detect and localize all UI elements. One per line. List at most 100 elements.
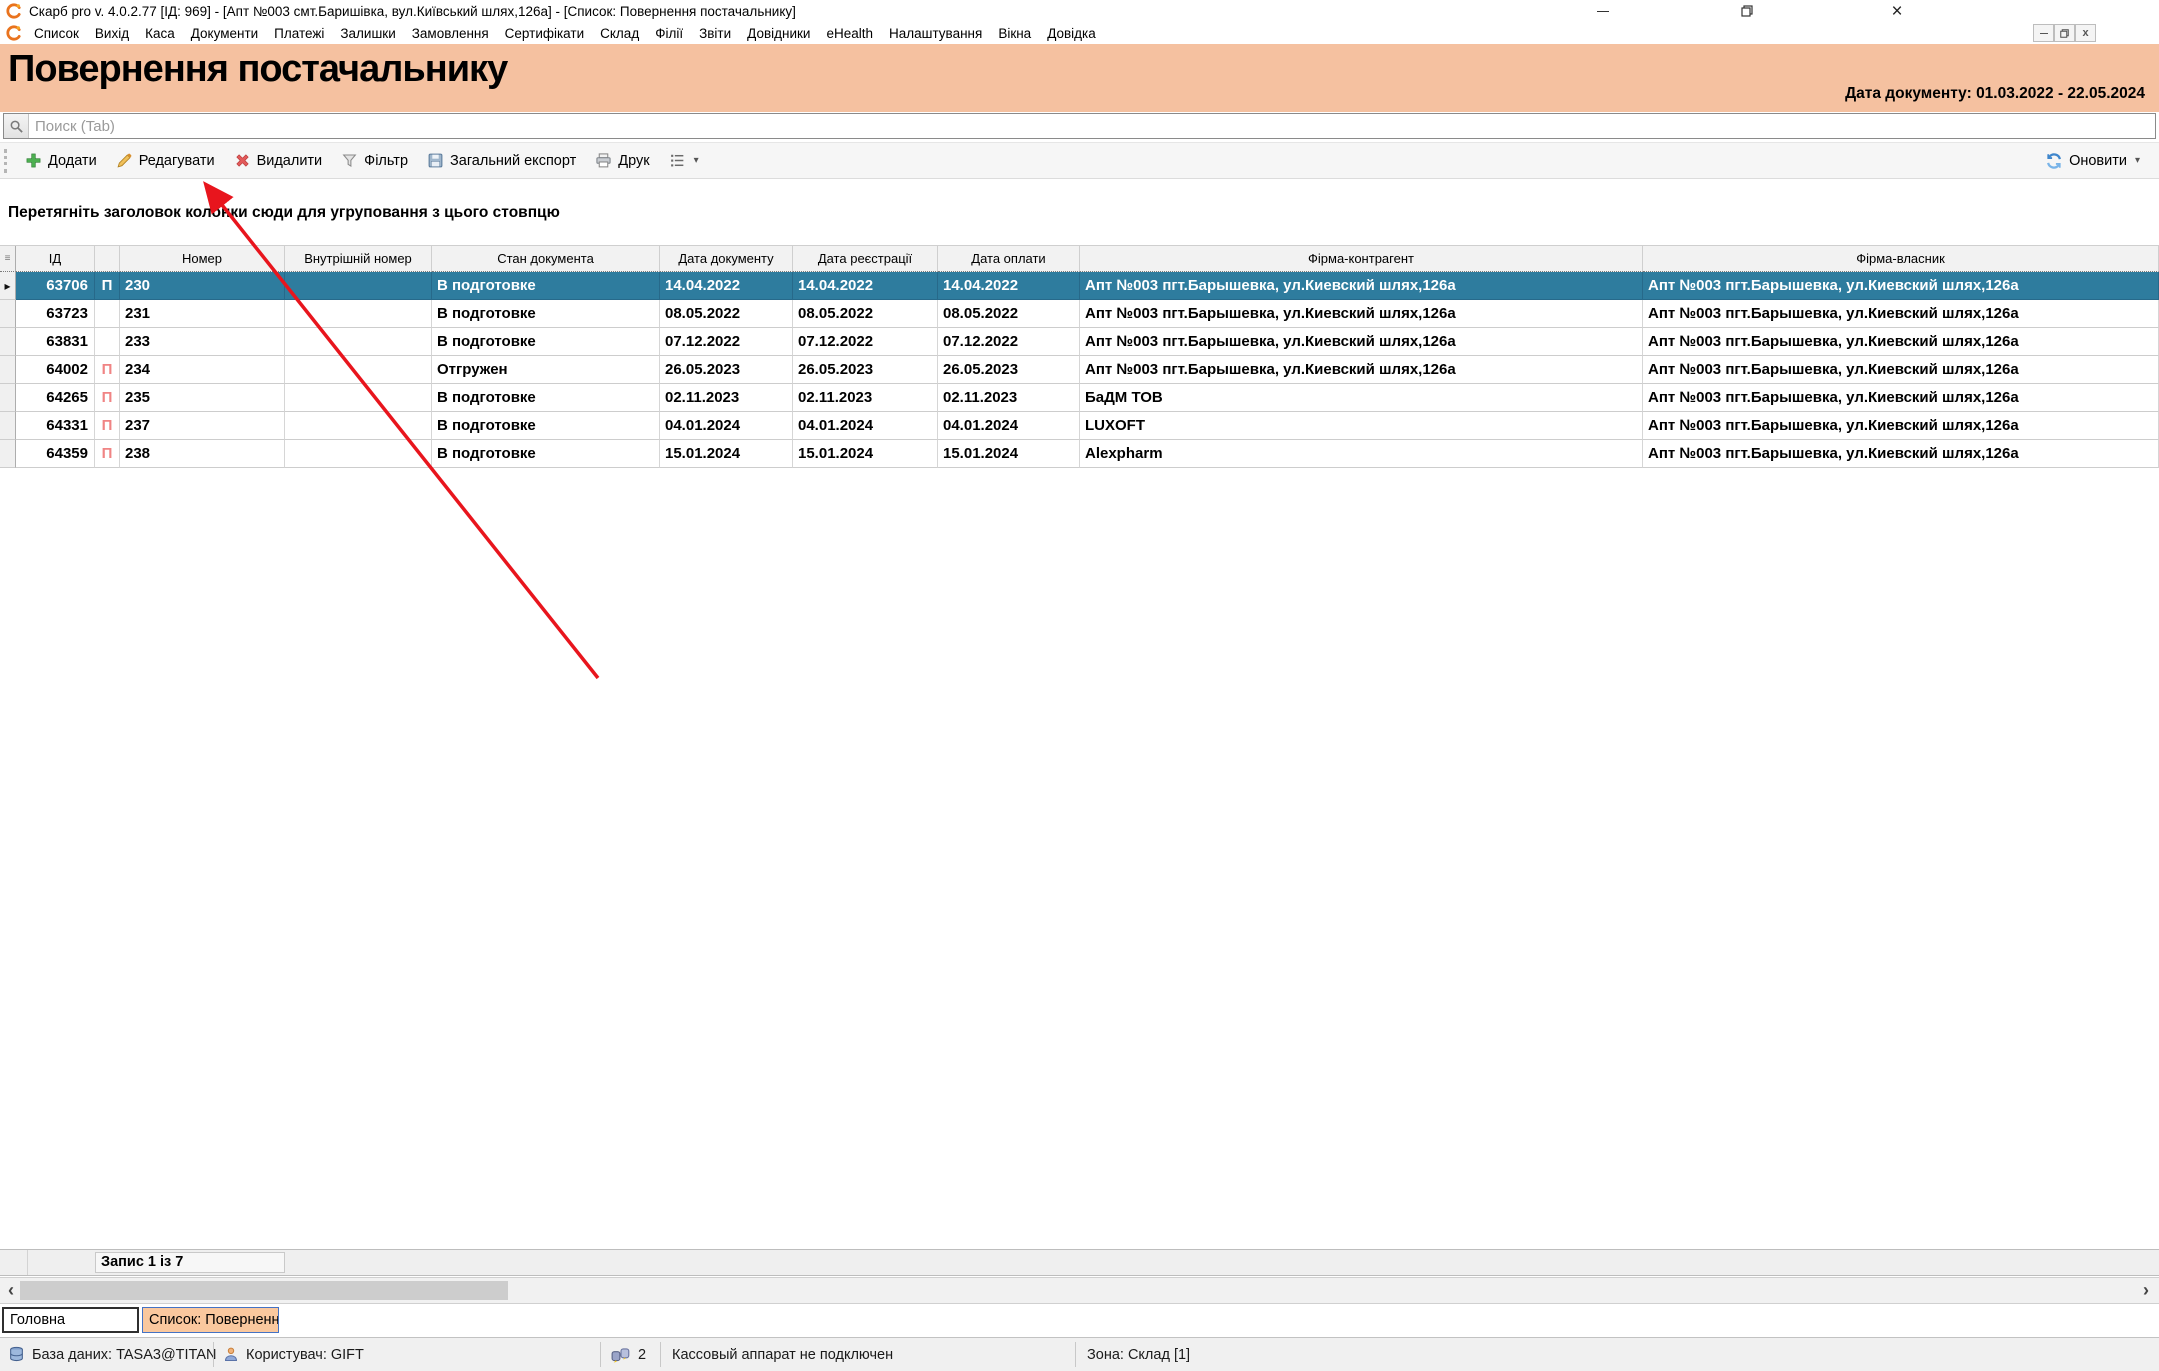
cell-contractor: LUXOFT — [1080, 412, 1643, 440]
menu-item-10[interactable]: Філії — [647, 24, 691, 43]
menu-item-6[interactable]: Залишки — [332, 24, 403, 43]
list-lines-icon — [670, 154, 683, 167]
cell-p-flag: П — [95, 384, 120, 412]
group-by-hint: Перетягніть заголовок колонки сюди для у… — [8, 204, 560, 221]
tab-return-list[interactable]: Список: Повернення ... — [142, 1307, 279, 1333]
row-indicator — [0, 356, 16, 384]
cell-pay-date: 07.12.2022 — [938, 328, 1080, 356]
table-row-3[interactable]: 63831 233 В подготовке 07.12.2022 07.12.2022… — [0, 328, 2159, 356]
menu-bar: Список Вихід Каса Документи Платежі Залишки За… — [0, 22, 2159, 45]
refresh-icon — [2047, 152, 2062, 169]
cell-id: 64331 — [16, 412, 95, 440]
menu-item-5[interactable]: Платежі — [266, 24, 332, 43]
printer-icon — [596, 153, 611, 168]
close-button[interactable]: × — [1879, 0, 1915, 22]
search-input[interactable] — [29, 114, 2155, 138]
column-header-number[interactable]: Номер — [120, 246, 285, 272]
cell-status: В подготовке — [432, 300, 660, 328]
column-header-owner[interactable]: Фірма-власник — [1643, 246, 2159, 272]
mdi-restore-button[interactable] — [2054, 24, 2075, 42]
search-button[interactable] — [4, 114, 29, 138]
statusbar-connections: 2 — [611, 1338, 646, 1371]
column-header-doc_date[interactable]: Дата документу — [660, 246, 793, 272]
delete-button[interactable]: Видалити — [227, 148, 330, 173]
column-header-id[interactable]: ІД — [16, 246, 95, 272]
cell-number: 230 — [120, 272, 285, 300]
row-indicator — [0, 384, 16, 412]
table-row-1[interactable]: ▸ 63706 П 230 В подготовке 14.04.2022 14.04.20… — [0, 272, 2159, 300]
document-date-range: Дата документу: 01.03.2022 - 22.05.2024 — [1845, 85, 2145, 102]
column-header-contractor[interactable]: Фірма-контрагент — [1080, 246, 1643, 272]
menu-item-12[interactable]: Довідники — [739, 24, 818, 43]
restore-icon — [2060, 28, 2069, 38]
toolbar: Додати Редагувати Видалити Фільтр Загаль… — [0, 142, 2159, 179]
menu-item-9[interactable]: Склад — [592, 24, 647, 43]
cell-internal-number — [285, 412, 432, 440]
funnel-icon — [342, 154, 357, 167]
row-indicator — [0, 412, 16, 440]
table-row-5[interactable]: 64265 П 235 В подготовке 02.11.2023 02.11.202… — [0, 384, 2159, 412]
menu-item-8[interactable]: Сертифікати — [497, 24, 592, 43]
print-button[interactable]: Друк — [588, 148, 656, 173]
cell-doc-date: 08.05.2022 — [660, 300, 793, 328]
add-button[interactable]: Додати — [18, 148, 104, 173]
title-bar: Скарб pro v. 4.0.2.77 [ІД: 969] - [Апт №… — [0, 0, 2159, 22]
menu-item-4[interactable]: Документи — [183, 24, 266, 43]
column-header-status[interactable]: Стан документа — [432, 246, 660, 272]
refresh-button[interactable]: Оновити ▾ — [2038, 148, 2147, 174]
menu-item-15[interactable]: Вікна — [990, 24, 1039, 43]
menu-item-16[interactable]: Довідка — [1039, 24, 1104, 43]
cell-owner: Апт №003 пгт.Барышевка, ул.Киевский шлях… — [1643, 272, 2159, 300]
column-header-internal[interactable]: Внутрішній номер — [285, 246, 432, 272]
cell-contractor: Апт №003 пгт.Барышевка, ул.Киевский шлях… — [1080, 356, 1643, 384]
cell-p-flag — [95, 300, 120, 328]
cell-status: В подготовке — [432, 384, 660, 412]
cell-id: 64359 — [16, 440, 95, 468]
export-button-label: Загальний експорт — [450, 152, 577, 169]
table-row-4[interactable]: 64002 П 234 Отгружен 26.05.2023 26.05.2023 26.… — [0, 356, 2159, 384]
table-row-6[interactable]: 64331 П 237 В подготовке 04.01.2024 04.01.202… — [0, 412, 2159, 440]
cell-status: В подготовке — [432, 328, 660, 356]
cell-reg-date: 15.01.2024 — [793, 440, 938, 468]
table-row-2[interactable]: 63723 231 В подготовке 08.05.2022 08.05.2022… — [0, 300, 2159, 328]
scroll-right-arrow[interactable]: › — [2138, 1278, 2154, 1303]
cell-pay-date: 15.01.2024 — [938, 440, 1080, 468]
menu-item-1[interactable]: Список — [26, 24, 87, 43]
filter-button[interactable]: Фільтр — [334, 148, 415, 173]
cell-pay-date: 04.01.2024 — [938, 412, 1080, 440]
column-header-reg_date[interactable]: Дата реєстрації — [793, 246, 938, 272]
add-button-label: Додати — [48, 152, 97, 169]
column-header-p-flag[interactable] — [95, 246, 120, 272]
column-header-pay_date[interactable]: Дата оплати — [938, 246, 1080, 272]
statusbar-zone: Зона: Склад [1] — [1087, 1346, 1191, 1363]
cell-number: 237 — [120, 412, 285, 440]
table-row-7[interactable]: 64359 П 238 В подготовке 15.01.2024 15.01.202… — [0, 440, 2159, 468]
cell-p-flag: П — [95, 356, 120, 384]
mdi-minimize-button[interactable] — [2033, 24, 2054, 42]
menu-item-11[interactable]: Звіти — [691, 24, 739, 43]
edit-button[interactable]: Редагувати — [109, 148, 222, 173]
cell-number: 233 — [120, 328, 285, 356]
restore-button[interactable] — [1729, 0, 1765, 22]
cell-status: В подготовке — [432, 440, 660, 468]
chevron-down-icon: ▾ — [693, 155, 699, 166]
minimize-button[interactable] — [1585, 0, 1621, 22]
grid-corner-icon: ≡ — [0, 246, 16, 272]
toolbar-grip[interactable] — [4, 148, 10, 173]
scrollbar-thumb[interactable] — [20, 1281, 508, 1300]
cell-contractor: Апт №003 пгт.Барышевка, ул.Киевский шлях… — [1080, 328, 1643, 356]
refresh-button-label: Оновити — [2069, 152, 2127, 169]
menu-item-7[interactable]: Замовлення — [404, 24, 497, 43]
menu-item-2[interactable]: Вихід — [87, 24, 137, 43]
scroll-left-arrow[interactable]: ‹ — [3, 1278, 19, 1303]
export-button[interactable]: Загальний експорт — [420, 148, 583, 173]
menu-item-13[interactable]: eHealth — [818, 24, 881, 43]
mdi-close-button[interactable]: x — [2075, 24, 2096, 42]
menu-item-3[interactable]: Каса — [137, 24, 183, 43]
cell-number: 238 — [120, 440, 285, 468]
cell-contractor: Апт №003 пгт.Барышевка, ул.Киевский шлях… — [1080, 272, 1643, 300]
tab-home[interactable]: Головна — [2, 1307, 139, 1333]
menu-item-14[interactable]: Налаштування — [881, 24, 990, 43]
columns-button[interactable]: ▾ — [662, 148, 706, 173]
edit-button-label: Редагувати — [138, 152, 215, 169]
